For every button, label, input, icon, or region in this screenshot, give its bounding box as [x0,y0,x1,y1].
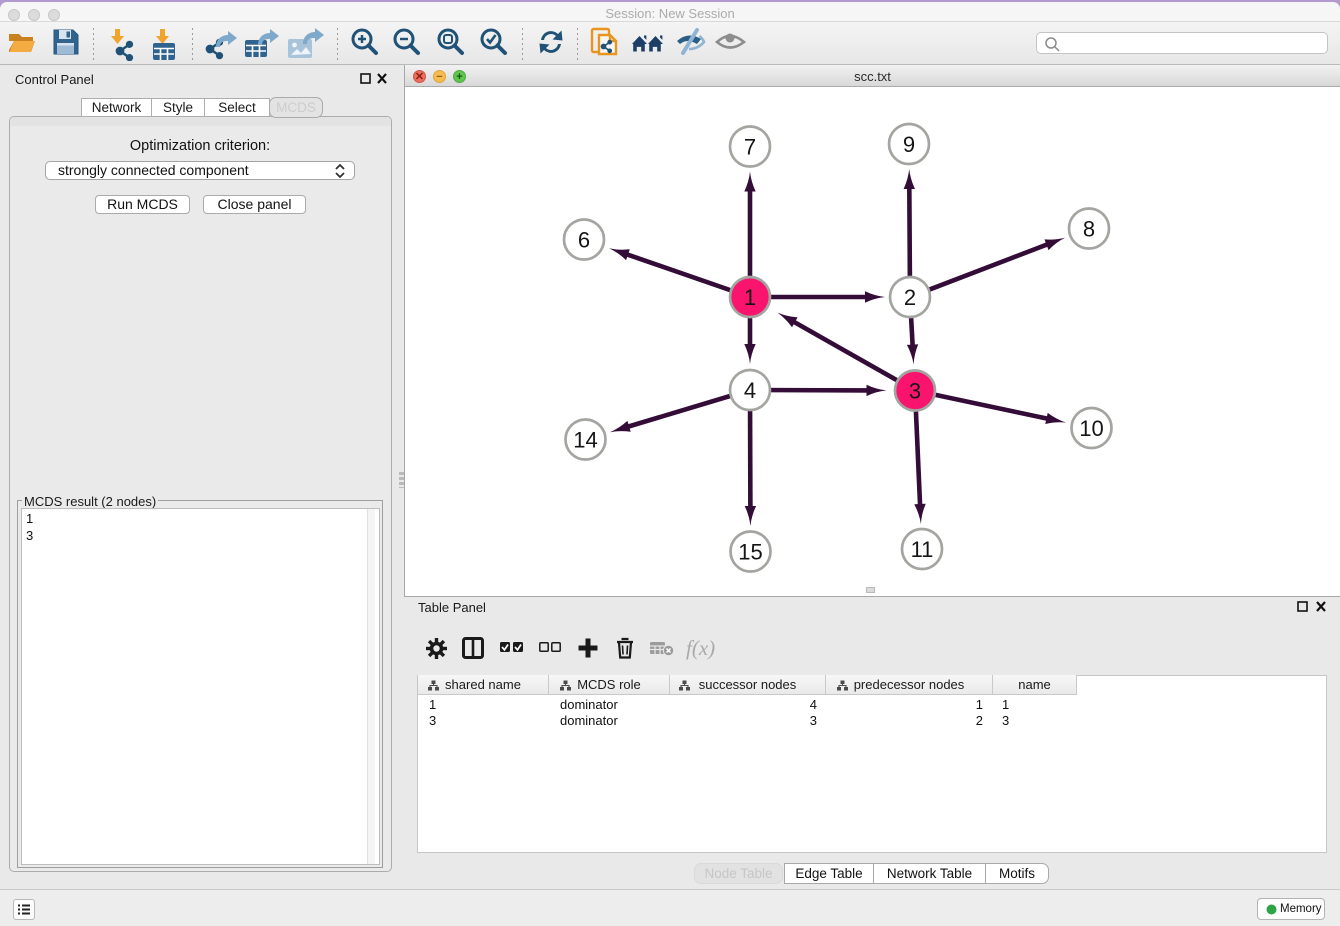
svg-text:10: 10 [1079,416,1103,441]
svg-text:14: 14 [573,428,597,453]
svg-text:7: 7 [744,135,756,160]
svg-text:4: 4 [744,378,756,403]
svg-text:2: 2 [904,285,916,310]
svg-text:6: 6 [578,228,590,253]
svg-text:3: 3 [909,379,921,404]
svg-text:8: 8 [1083,217,1095,242]
svg-text:1: 1 [744,285,756,310]
svg-text:15: 15 [738,540,762,565]
svg-text:9: 9 [903,132,915,157]
svg-text:11: 11 [911,537,934,562]
